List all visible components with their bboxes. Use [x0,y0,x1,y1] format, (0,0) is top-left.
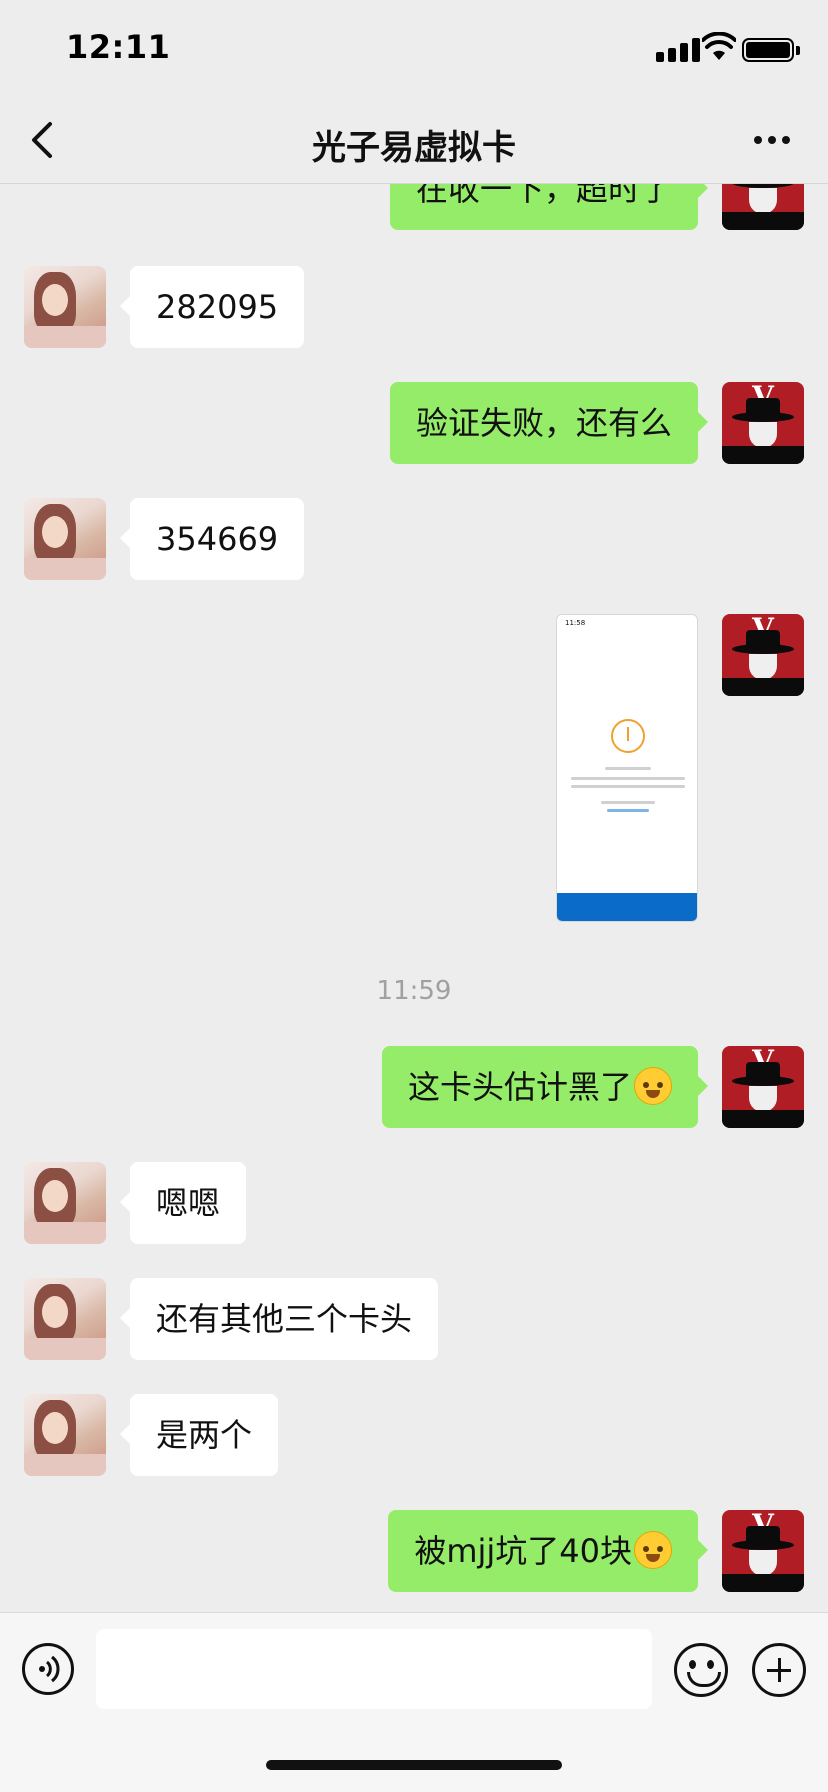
message-bubble[interactable]: 282095 [119,266,305,348]
message-bubble[interactable]: 验证失败，还有么 [389,382,709,464]
page-title: 光子易虚拟卡 [312,128,516,168]
message-bubble[interactable]: 这卡头估计黑了 [381,1046,709,1128]
message-bubble[interactable]: 嗯嗯 [119,1162,247,1244]
message-bubble[interactable]: 被mjj坑了40块 [388,1510,708,1592]
image-message[interactable]: 11:58 [556,614,698,922]
status-bar: 12:11 [0,0,828,96]
avatar[interactable]: V [722,1046,804,1128]
wifi-icon [702,32,736,60]
avatar[interactable]: V [722,614,804,696]
home-indicator[interactable] [266,1760,562,1770]
status-time: 12:11 [66,28,171,66]
message-input[interactable] [96,1629,652,1709]
avatar[interactable] [24,1278,106,1360]
message-bubble[interactable]: 在收一下，超时了 [389,184,709,230]
avatar[interactable] [24,266,106,348]
time-divider: 11:59 [376,976,452,1006]
more-dots-icon[interactable] [750,130,794,150]
signal-icon [656,38,704,62]
image-text-line [571,785,685,788]
avatar[interactable] [24,1394,106,1476]
message-bubble[interactable]: 是两个 [119,1394,279,1476]
chat-list[interactable]: 在收一下，超时了 V 282095 验证失败，还有么 V 354669 11:5… [0,184,828,1612]
message-text: 这卡头估计黑了 [407,1068,632,1106]
image-text-line [605,767,651,770]
avatar[interactable] [24,498,106,580]
plus-icon[interactable] [752,1643,806,1697]
image-link-line [607,809,649,812]
warning-icon [611,719,645,753]
avatar[interactable]: V [722,382,804,464]
image-text-line [601,801,655,804]
image-status-time: 11:58 [565,619,586,627]
message-bubble[interactable]: 还有其他三个卡头 [119,1278,439,1360]
battery-cap [796,46,800,55]
avatar[interactable]: V [722,184,804,230]
battery-icon [742,38,794,62]
image-text-line [571,777,685,780]
laughing-tears-emoji [634,1067,672,1105]
message-bubble[interactable]: 354669 [119,498,305,580]
avatar[interactable] [24,1162,106,1244]
emoji-icon[interactable] [674,1643,728,1697]
nav-bar: 光子易虚拟卡 [0,96,828,184]
voice-icon[interactable] [22,1643,74,1695]
message-text: 被mjj坑了40块 [414,1532,632,1570]
crying-emoji [634,1531,672,1569]
avatar[interactable]: V [722,1510,804,1592]
image-blue-button [557,893,697,921]
